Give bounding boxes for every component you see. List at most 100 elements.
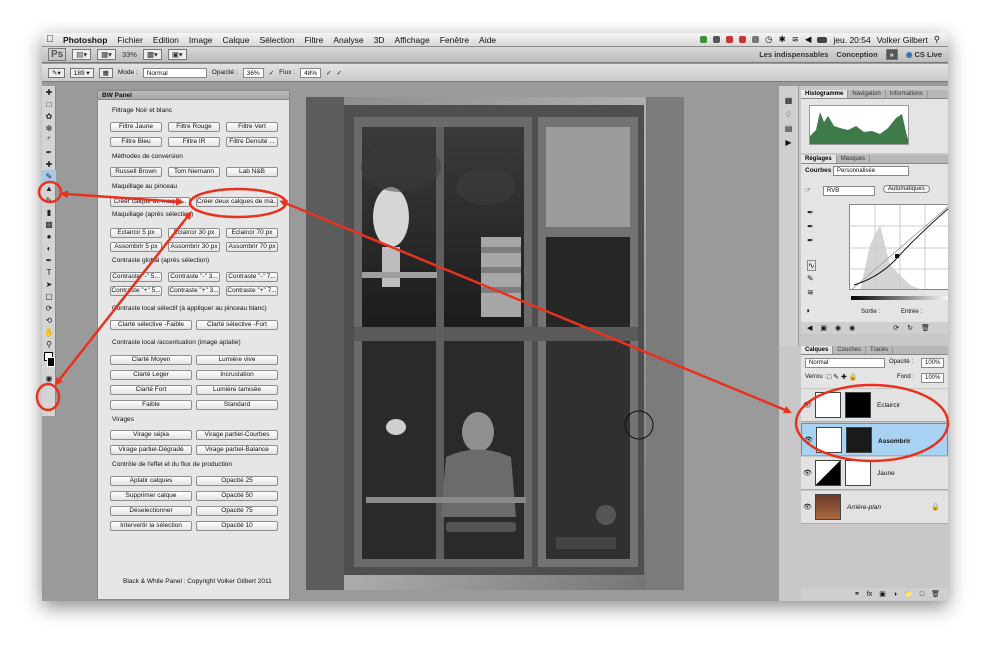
adjustment-layer-icon[interactable]: ◑ [805, 306, 810, 315]
airbrush-icon[interactable]: ✓ [326, 69, 331, 77]
btn-intervertir-selection[interactable]: Intervertir la sélection [110, 521, 192, 531]
btn-clarte-fort[interactable]: Clarté Fort [110, 385, 192, 395]
blend-mode-select[interactable]: Normal [805, 358, 885, 368]
status-icon[interactable] [739, 36, 747, 43]
btn-incrustation[interactable]: Incrustation [196, 370, 278, 380]
lasso-tool-icon[interactable]: ✿ [42, 110, 56, 122]
3d-camera-icon[interactable]: ⟲ [42, 314, 56, 326]
btn-clarte-moyen[interactable]: Clarté Moyen [110, 355, 192, 365]
layer-jaune[interactable]: 👁 Jaune [801, 457, 948, 490]
eye-icon[interactable]: 👁 [803, 401, 812, 409]
tab-reglages[interactable]: Réglages [801, 155, 837, 163]
link-layers-icon[interactable]: ⚭ [854, 590, 860, 598]
btn-lab-nb[interactable]: Lab N&B [226, 167, 278, 177]
menu-3d[interactable]: 3D [369, 35, 390, 45]
spotlight-icon[interactable]: ⚲ [934, 34, 940, 45]
btn-contraste-plus-70[interactable]: Contraste "+" 7... [226, 286, 278, 296]
shape-tool-icon[interactable]: ▢ [42, 290, 56, 302]
hand-tool-icon[interactable]: ✋ [42, 326, 56, 338]
mode-select[interactable]: Normal [142, 67, 207, 78]
btn-virage-partiel-balance[interactable]: Virage partiel-Balance [196, 445, 278, 455]
btn-virage-partiel-degrade[interactable]: Virage partiel-Dégradé [110, 445, 192, 455]
btn-eclaircir-70[interactable]: Eclaircir 70 px [226, 228, 278, 238]
actions-panel-icon[interactable]: ▶ [779, 138, 798, 152]
tab-navigation[interactable]: Navigation [848, 90, 886, 98]
menu-aide[interactable]: Aide [474, 35, 501, 45]
history-panel-icon[interactable]: ▤ [779, 124, 798, 138]
status-icon[interactable] [726, 36, 734, 43]
tab-traces[interactable]: Tracés [866, 346, 894, 354]
brush-size-picker[interactable]: 189 ▾ [69, 67, 94, 78]
gray-point-eyedropper-icon[interactable]: ✒ [807, 222, 814, 231]
layer-opacity-input[interactable]: 100% [921, 358, 945, 368]
btn-aplatir-calques[interactable]: Aplatir calques [110, 476, 192, 486]
eraser-icon[interactable]: ▮ [42, 206, 56, 218]
type-tool-icon[interactable]: T [42, 266, 56, 278]
tab-histogramme[interactable]: Histogramme [801, 90, 849, 98]
layer-assombrir[interactable]: 👁 Assombrir [801, 423, 948, 456]
battery-icon[interactable] [817, 36, 828, 43]
apple-icon[interactable]:  [42, 34, 58, 45]
btn-assombrir-70[interactable]: Assombrir 70 px [226, 242, 278, 252]
btn-supprimer-calque[interactable]: Supprimer calque [110, 491, 192, 501]
clone-source-icon[interactable]: ♢ [779, 110, 798, 124]
screen-mode-icon[interactable]: ▣▾ [167, 49, 187, 60]
tab-calques[interactable]: Calques [801, 346, 834, 354]
menu-affichage[interactable]: Affichage [389, 35, 434, 45]
curves-graph[interactable] [849, 204, 948, 290]
btn-opacite-10[interactable]: Opacité 10 [196, 521, 278, 531]
btn-filtre-rouge[interactable]: Filtre Rouge [168, 122, 220, 132]
btn-virage-sepia[interactable]: Virage sépia [110, 430, 192, 440]
btn-filtre-vert[interactable]: Filtre Vert [226, 122, 278, 132]
eyedropper-icon[interactable]: ✒ [42, 146, 56, 158]
layer-arriere-plan[interactable]: 👁 Arrière-plan 🔒 [801, 491, 948, 524]
tablet-pressure-icon[interactable]: ✓ [337, 69, 342, 77]
btn-assombrir-5[interactable]: Assombrir 5 px [110, 242, 162, 252]
tablet-opacity-icon[interactable]: ✓ [269, 69, 274, 77]
quick-select-icon[interactable]: ✻ [42, 122, 56, 134]
status-icon[interactable] [700, 36, 708, 43]
expand-icon[interactable]: ▣ [820, 324, 827, 332]
3d-rotate-icon[interactable]: ⟳ [42, 302, 56, 314]
move-tool-icon[interactable]: ✚ [42, 86, 56, 98]
user-name[interactable]: Volker Gilbert [877, 35, 928, 45]
marquee-tool-icon[interactable]: □ [42, 98, 56, 110]
more-workspaces-icon[interactable]: » [885, 49, 898, 60]
btn-contraste-plus-5[interactable]: Contraste "+" 5... [110, 286, 162, 296]
btn-contraste-moins-5[interactable]: Contraste "-" 5... [110, 272, 162, 282]
bridge-icon[interactable]: ▤▾ [72, 49, 92, 60]
healing-brush-icon[interactable]: ✚ [42, 158, 56, 170]
wifi-icon[interactable]: ≋ [792, 34, 799, 45]
btn-contraste-plus-30[interactable]: Contraste "+" 3... [168, 286, 220, 296]
btn-clarte-leger[interactable]: Clarté Leger [110, 370, 192, 380]
bluetooth-icon[interactable]: ✱ [779, 34, 786, 45]
btn-lumiere-tamisee[interactable]: Lumière tamisée [196, 385, 278, 395]
layer-eclaircir[interactable]: 👁 Eclaircir [801, 389, 948, 422]
layer-mask-thumb[interactable] [846, 427, 872, 453]
fill-input[interactable]: 100% [921, 373, 945, 383]
curve-pencil-icon[interactable]: ✎ [807, 274, 814, 283]
tab-couches[interactable]: Couches [833, 346, 867, 354]
curve-smooth-icon[interactable]: ≋ [807, 288, 814, 297]
cs-live-button[interactable]: ◉ CS Live [906, 50, 942, 59]
gradient-icon[interactable]: ▩ [42, 218, 56, 230]
brush-tool-preset-icon[interactable]: ✎▾ [48, 67, 65, 78]
previous-state-icon[interactable]: ⟳ [893, 324, 899, 332]
btn-tom-niemann[interactable]: Tom Niemann [168, 167, 220, 177]
btn-deselectionner[interactable]: Déselectionner [110, 506, 192, 516]
color-swatches[interactable] [42, 350, 56, 372]
menu-analyse[interactable]: Analyse [328, 35, 368, 45]
btn-opacite-25[interactable]: Opacité 25 [196, 476, 278, 486]
eye-icon[interactable]: 👁 [803, 503, 812, 511]
back-icon[interactable]: ◀ [807, 324, 812, 332]
blur-tool-icon[interactable]: ● [42, 230, 56, 242]
curves-preset-select[interactable]: Personnalisée [833, 166, 909, 176]
btn-creer-calque-maquillage[interactable]: Créer calque de maquil... [110, 197, 190, 207]
zoom-tool-icon[interactable]: ⚲ [42, 338, 56, 350]
btn-creer-deux-calques[interactable]: Créer deux calques de ma... [196, 197, 278, 207]
brush-tool-icon[interactable]: ✎ [42, 170, 56, 182]
brushes-panel-icon[interactable]: ▦ [779, 96, 798, 110]
btn-assombrir-30[interactable]: Assombrir 30 px [168, 242, 220, 252]
btn-russell-brown[interactable]: Russell Brown [110, 167, 162, 177]
layer-style-icon[interactable]: fx [867, 591, 872, 598]
